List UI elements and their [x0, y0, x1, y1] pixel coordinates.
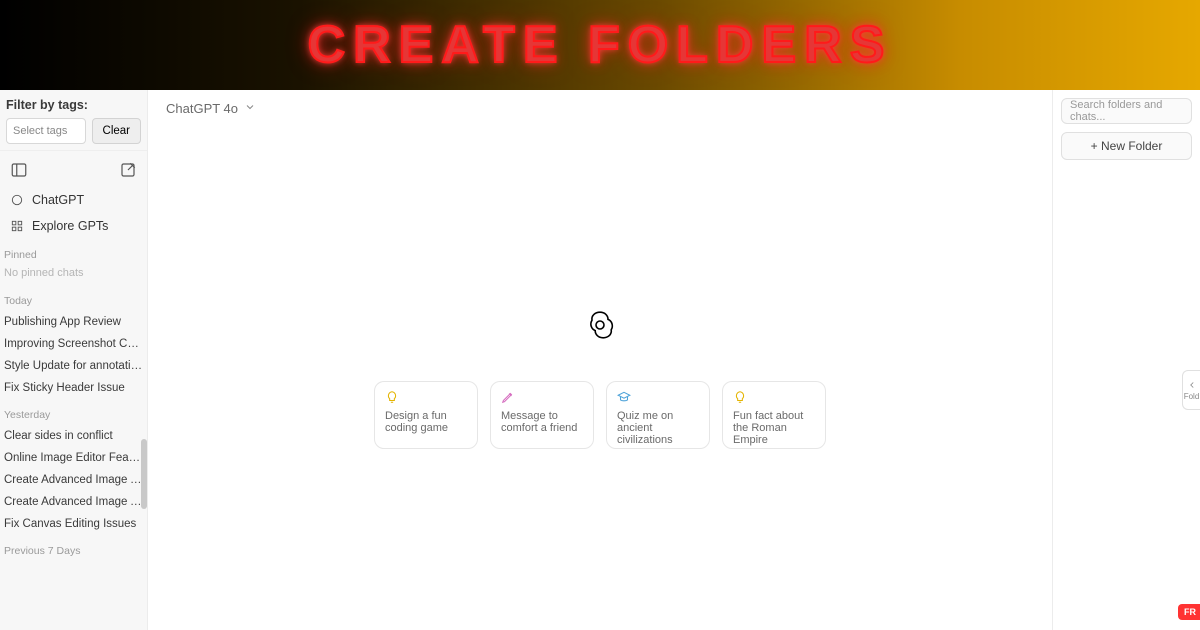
- sidebar-chat-list: Pinned No pinned chats Today Publishing …: [0, 239, 147, 630]
- right-panel-toggle-label: Fold: [1184, 392, 1200, 401]
- app-shell: Filter by tags: Select tags Clear ChatGP…: [0, 90, 1200, 630]
- suggestion-card[interactable]: Fun fact about the Roman Empire: [722, 381, 826, 449]
- folder-search-input[interactable]: Search folders and chats...: [1061, 98, 1192, 124]
- suggestion-card[interactable]: Design a fun coding game: [374, 381, 478, 449]
- model-selector-row: ChatGPT 4o: [148, 90, 1052, 128]
- explore-grid-icon: [10, 219, 24, 233]
- chat-item[interactable]: Create Advanced Image Annotator: [0, 491, 147, 513]
- chat-item[interactable]: Create Advanced Image Annotator: [0, 469, 147, 491]
- tag-filter-label: Filter by tags:: [6, 98, 141, 112]
- sidebar-scrollbar[interactable]: [141, 439, 147, 509]
- suggestion-card-text: Design a fun coding game: [385, 410, 467, 434]
- tag-select-placeholder: Select tags: [13, 125, 67, 137]
- model-selector-label: ChatGPT 4o: [166, 101, 238, 116]
- chat-item[interactable]: Fix Canvas Editing Issues: [0, 513, 147, 535]
- new-chat-icon[interactable]: [119, 161, 137, 179]
- sidebar-nav-explore[interactable]: Explore GPTs: [0, 213, 147, 239]
- new-folder-button[interactable]: + New Folder: [1061, 132, 1192, 160]
- section-head-today: Today: [0, 285, 147, 311]
- chevron-down-icon: [244, 101, 256, 116]
- section-head-yesterday: Yesterday: [0, 399, 147, 425]
- promo-banner-title: CREATE FOLDERS: [308, 15, 893, 75]
- lightbulb-icon: [385, 390, 399, 404]
- suggestion-card-text: Quiz me on ancient civilizations: [617, 410, 699, 446]
- tag-select-input[interactable]: Select tags: [6, 118, 86, 144]
- left-sidebar: Filter by tags: Select tags Clear ChatGP…: [0, 90, 148, 630]
- center-stage: Design a fun coding game Message to comf…: [148, 128, 1052, 630]
- promo-banner: CREATE FOLDERS: [0, 0, 1200, 90]
- right-panel: Search folders and chats... + New Folder…: [1052, 90, 1200, 630]
- sidebar-icon-row: [0, 151, 147, 187]
- graduation-cap-icon: [617, 390, 631, 404]
- pencil-icon: [501, 390, 515, 404]
- chat-item[interactable]: Style Update for annotation.html: [0, 355, 147, 377]
- chatgpt-logo-icon: [10, 193, 24, 207]
- main-area: ChatGPT 4o Design a fun coding game: [148, 90, 1052, 630]
- pinned-empty-text: No pinned chats: [0, 265, 147, 285]
- chat-item[interactable]: Publishing App Review: [0, 311, 147, 333]
- corner-badge[interactable]: FR: [1178, 604, 1200, 620]
- right-panel-toggle[interactable]: Fold: [1182, 370, 1200, 410]
- section-head-pinned: Pinned: [0, 239, 147, 265]
- sidebar-nav-chatgpt[interactable]: ChatGPT: [0, 187, 147, 213]
- suggestion-card-text: Fun fact about the Roman Empire: [733, 410, 815, 446]
- model-selector[interactable]: ChatGPT 4o: [166, 101, 256, 116]
- openai-logo-icon: [584, 309, 616, 341]
- chevron-left-icon: [1187, 380, 1197, 390]
- chat-item[interactable]: Online Image Editor Features: [0, 447, 147, 469]
- collapse-sidebar-icon[interactable]: [10, 161, 28, 179]
- section-head-prev7: Previous 7 Days: [0, 535, 147, 561]
- chat-item[interactable]: Clear sides in conflict: [0, 425, 147, 447]
- chat-item[interactable]: Fix Sticky Header Issue: [0, 377, 147, 399]
- tag-filter-row: Select tags Clear: [6, 118, 141, 144]
- suggestion-cards: Design a fun coding game Message to comf…: [374, 381, 826, 449]
- sidebar-nav-explore-label: Explore GPTs: [32, 219, 108, 233]
- sidebar-nav-chatgpt-label: ChatGPT: [32, 193, 84, 207]
- suggestion-card[interactable]: Message to comfort a friend: [490, 381, 594, 449]
- lightbulb-icon: [733, 390, 747, 404]
- suggestion-card-text: Message to comfort a friend: [501, 410, 583, 434]
- suggestion-card[interactable]: Quiz me on ancient civilizations: [606, 381, 710, 449]
- chat-item[interactable]: Improving Screenshot Capture Issues: [0, 333, 147, 355]
- clear-tags-button[interactable]: Clear: [92, 118, 141, 144]
- folder-search-placeholder: Search folders and chats...: [1070, 99, 1183, 123]
- tag-filter-block: Filter by tags: Select tags Clear: [0, 90, 147, 151]
